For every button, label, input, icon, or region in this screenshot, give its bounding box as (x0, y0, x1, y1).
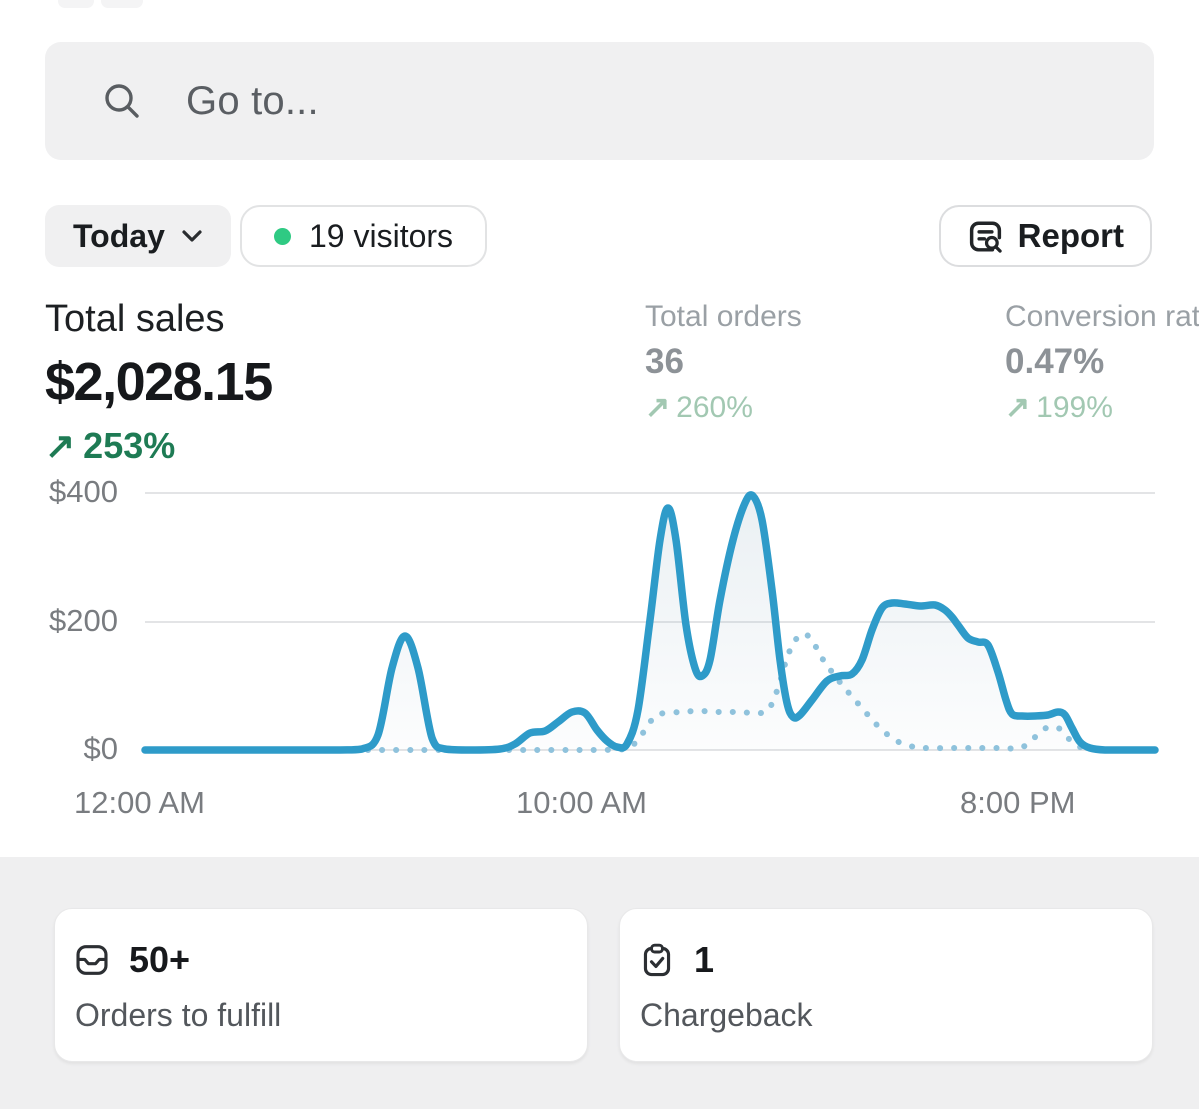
date-range-button[interactable]: Today (45, 205, 231, 267)
metric-label: Total orders (645, 300, 802, 334)
sales-line-chart[interactable] (0, 470, 1199, 810)
metric-delta-value: 260% (676, 391, 753, 425)
live-visitors-badge[interactable]: 19 visitors (240, 205, 487, 267)
date-range-label: Today (73, 218, 165, 255)
bottom-section: 50+ Orders to fulfill 1 Chargeback (0, 857, 1199, 1109)
metric-conversion-rate[interactable]: Conversion rate 0.47% ↗ 199% (1005, 300, 1199, 425)
metric-label: Total sales (45, 298, 272, 341)
live-dot-icon (274, 228, 291, 245)
trend-up-arrow-icon: ↗ (645, 390, 670, 425)
trend-up-arrow-icon: ↗ (1005, 390, 1030, 425)
metric-total-sales[interactable]: Total sales $2,028.15 ↗ 253% (45, 298, 272, 467)
chargeback-card[interactable]: 1 Chargeback (619, 908, 1153, 1062)
metric-total-orders[interactable]: Total orders 36 ↗ 260% (645, 300, 802, 425)
chevron-down-icon (181, 229, 203, 243)
search-bar[interactable]: Go to... (45, 42, 1154, 160)
metric-delta-value: 253% (83, 425, 175, 467)
metric-delta: ↗ 253% (45, 425, 272, 467)
card-label: Orders to fulfill (75, 997, 559, 1034)
toolbar: Today 19 visitors Report (0, 205, 1199, 267)
search-placeholder: Go to... (186, 79, 319, 124)
top-cutoff-element (101, 0, 143, 8)
visitors-label: 19 visitors (309, 218, 453, 255)
top-cutoff-element (58, 0, 94, 8)
inbox-icon (75, 943, 109, 977)
report-icon (967, 218, 1004, 255)
card-label: Chargeback (640, 997, 1124, 1034)
clipboard-check-icon (640, 943, 674, 977)
report-label: Report (1018, 217, 1124, 255)
report-button[interactable]: Report (939, 205, 1152, 267)
search-icon (100, 79, 144, 123)
card-value: 50+ (129, 939, 190, 981)
card-value: 1 (694, 939, 714, 981)
orders-to-fulfill-card[interactable]: 50+ Orders to fulfill (54, 908, 588, 1062)
metric-value: 0.47% (1005, 342, 1199, 382)
trend-up-arrow-icon: ↗ (45, 425, 75, 467)
metric-label: Conversion rate (1005, 300, 1199, 334)
metric-delta: ↗ 260% (645, 390, 802, 425)
metric-value: $2,028.15 (45, 351, 272, 413)
dashboard-screen: Go to... Today 19 visitors Report Total (0, 0, 1199, 1109)
metric-value: 36 (645, 342, 802, 382)
metric-delta-value: 199% (1036, 391, 1113, 425)
metric-delta: ↗ 199% (1005, 390, 1199, 425)
